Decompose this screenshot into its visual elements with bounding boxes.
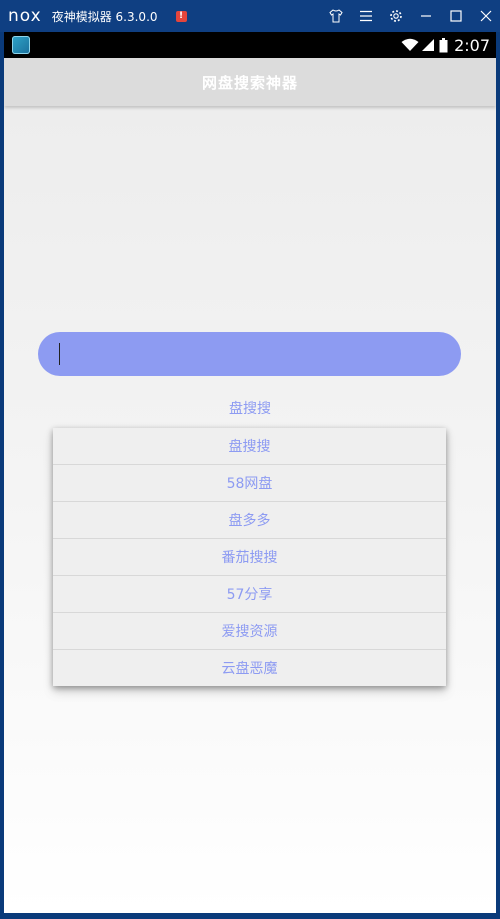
maximize-icon[interactable]	[442, 0, 470, 32]
dropdown-option[interactable]: 57分享	[53, 576, 446, 613]
emulator-window: nox 夜神模拟器 6.3.0.0 ! 2:07 网盘搜索神器 盘搜搜 盘搜搜 …	[0, 0, 500, 919]
gear-icon[interactable]	[382, 0, 410, 32]
emulator-titlebar: nox 夜神模拟器 6.3.0.0 !	[0, 0, 500, 32]
battery-icon	[439, 37, 448, 52]
app-icon	[12, 36, 30, 54]
dropdown-option[interactable]: 番茄搜搜	[53, 539, 446, 576]
text-caret	[59, 343, 60, 365]
menu-icon[interactable]	[352, 0, 380, 32]
dropdown-option[interactable]: 盘搜搜	[53, 428, 446, 465]
window-controls	[320, 0, 500, 32]
dropdown-option[interactable]: 58网盘	[53, 465, 446, 502]
search-box[interactable]	[38, 332, 461, 376]
page-title: 网盘搜索神器	[201, 73, 298, 92]
status-clock: 2:07	[454, 35, 490, 55]
app-screen: 网盘搜索神器 盘搜搜 盘搜搜 58网盘 盘多多 番茄搜搜 57分享 爱搜资源 云…	[4, 58, 496, 913]
search-engine-dropdown: 盘搜搜 58网盘 盘多多 番茄搜搜 57分享 爱搜资源 云盘恶魔	[53, 428, 446, 686]
dropdown-option[interactable]: 爱搜资源	[53, 613, 446, 650]
search-input[interactable]	[58, 340, 438, 368]
android-status-bar: 2:07	[4, 32, 496, 58]
dropdown-option[interactable]: 云盘恶魔	[53, 650, 446, 686]
status-icons: 2:07	[401, 32, 490, 58]
wifi-icon	[401, 38, 419, 51]
nox-logo: nox	[8, 6, 42, 26]
app-bar: 网盘搜索神器	[4, 58, 496, 106]
signal-icon	[422, 39, 435, 51]
dropdown-option[interactable]: 盘多多	[53, 502, 446, 539]
minimize-icon[interactable]	[412, 0, 440, 32]
close-icon[interactable]	[472, 0, 500, 32]
shirt-icon[interactable]	[322, 0, 350, 32]
alert-badge[interactable]: !	[175, 10, 187, 22]
search-engine-spinner[interactable]: 盘搜搜	[4, 398, 496, 418]
window-title: 夜神模拟器 6.3.0.0	[51, 9, 158, 24]
